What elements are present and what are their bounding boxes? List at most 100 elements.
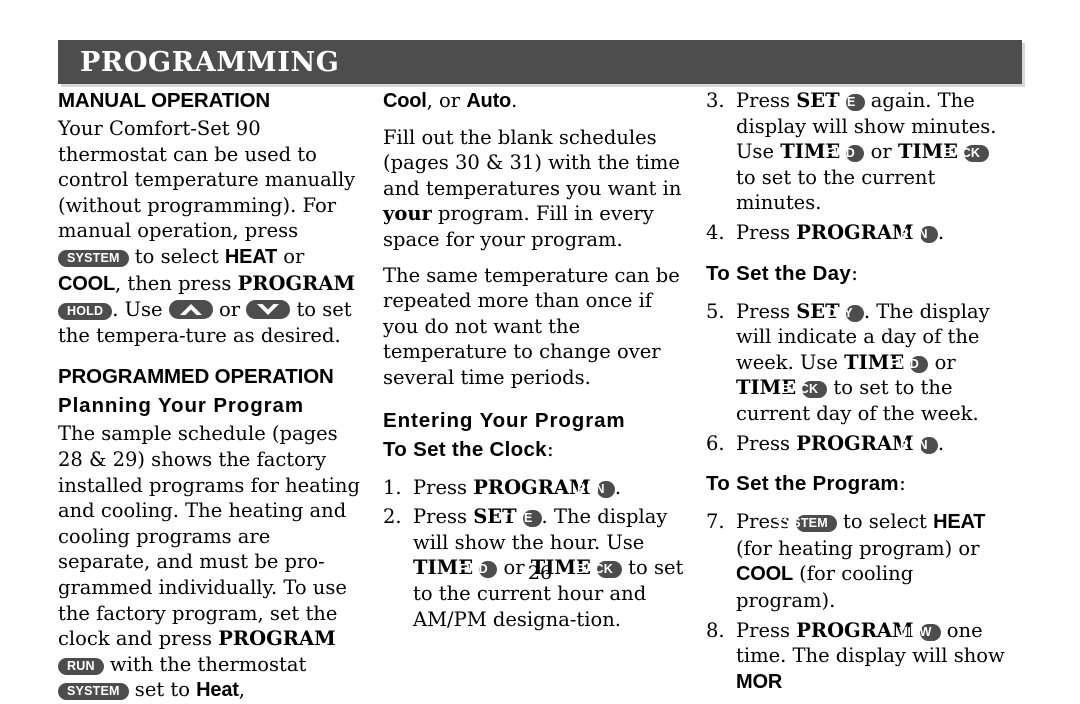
emphasis-your: your: [383, 202, 432, 226]
pill-view-button[interactable]: VIEW: [899, 623, 941, 641]
label-auto-word: Auto: [466, 90, 512, 112]
pill-run-button[interactable]: RUN: [577, 480, 615, 498]
paragraph-manual-operation: Your Comfort-Set 90 thermostat can be us…: [58, 116, 367, 348]
text-run: Fill out the blank schedules (pages 30 &…: [383, 125, 682, 200]
heading-to-set-the-day: To Set the Day:: [706, 260, 1009, 287]
paragraph-fill-schedules: Fill out the blank schedules (pages 30 &…: [383, 125, 688, 253]
heading-manual-operation: MANUAL OPERATION: [58, 89, 271, 112]
pill-back-button[interactable]: BACK: [781, 381, 828, 399]
three-column-body: MANUAL OPERATION Your Comfort-Set 90 the…: [58, 88, 1022, 701]
text-run: or: [864, 140, 898, 164]
manual-page: PROGRAMMING MANUAL OPERATION Your Comfor…: [0, 0, 1080, 701]
text-run: Press: [413, 475, 474, 499]
pill-time-button[interactable]: TIME: [825, 94, 865, 111]
paragraph-continuation-cool-auto: Cool, or Auto.: [383, 88, 688, 115]
text-run: . Use: [112, 298, 169, 322]
colon: :: [546, 436, 554, 461]
text-run: , then press: [114, 271, 238, 295]
heading-text: To Set the Day: [706, 261, 852, 285]
list-item-step-4: 4. Press PROGRAM RUN.: [706, 220, 1009, 246]
text-run: (for heating program) or: [736, 536, 980, 560]
colon: :: [851, 260, 858, 285]
text-run: or: [212, 298, 247, 322]
label-program: PROGRAM: [237, 271, 356, 295]
text-run: .: [511, 89, 518, 112]
chevron-down-icon[interactable]: [246, 300, 291, 320]
pill-fwd-button[interactable]: FWD: [826, 145, 865, 163]
text-run: .: [614, 475, 622, 499]
page-title: PROGRAMMING: [80, 46, 340, 78]
column-2: Cool, or Auto. Fill out the blank schedu…: [379, 88, 700, 631]
pill-hold-button[interactable]: HOLD: [58, 303, 113, 321]
label-program: PROGRAM: [796, 618, 914, 642]
pill-run-button[interactable]: RUN: [900, 225, 938, 243]
chevron-up-icon[interactable]: [168, 300, 213, 320]
text-run: to set to the current minutes.: [736, 165, 936, 215]
list-item-step-3: 3. Press SET TIME again. The display will…: [706, 88, 1009, 216]
colon: :: [898, 471, 906, 496]
text-run: ,: [238, 678, 245, 702]
text-run: Press: [736, 299, 797, 323]
text-run: , or: [426, 89, 467, 112]
text-run: Press: [736, 89, 797, 112]
text-run: to select: [128, 244, 225, 268]
text-run: .: [937, 431, 945, 455]
text-run: Press: [736, 618, 797, 642]
text-run: or: [277, 244, 305, 268]
heading-planning-your-program: Planning Your Program: [58, 394, 304, 418]
page-header-banner: PROGRAMMING: [58, 40, 1022, 84]
pill-run-button[interactable]: RUN: [58, 657, 104, 675]
heading-to-set-the-clock: To Set the Clock:: [383, 436, 688, 463]
pill-fwd-button[interactable]: FWD: [890, 355, 929, 373]
list-number: 6.: [706, 431, 725, 455]
heading-text: To Set the Program: [706, 472, 899, 496]
label-heat: HEAT: [224, 245, 278, 268]
label-cool: COOL: [58, 272, 115, 295]
label-heat: HEAT: [933, 511, 986, 534]
text-run: to select: [836, 510, 934, 534]
text-run: or: [928, 350, 956, 374]
list-number: 5.: [706, 299, 725, 323]
pill-back-button[interactable]: BACK: [943, 145, 990, 163]
column-3: 3. Press SET TIME again. The display will…: [700, 88, 1021, 693]
text-run: Press: [736, 431, 797, 455]
heading-to-set-the-program: To Set the Program:: [706, 470, 1009, 497]
label-heat-word: Heat: [196, 679, 239, 702]
pill-day-button[interactable]: DAY: [827, 304, 864, 322]
heading-text: To Set the Clock: [383, 437, 547, 461]
list-number: 1.: [383, 475, 402, 499]
text-run: Press: [736, 220, 797, 244]
label-mor: MOR: [736, 670, 783, 693]
pill-system-button[interactable]: SYSTEM: [58, 249, 129, 267]
page-number: 26: [527, 562, 553, 584]
list-item-step-6: 6. Press PROGRAM RUN.: [706, 431, 1009, 457]
pill-run-button[interactable]: RUN: [900, 436, 938, 454]
text-run: set to: [128, 678, 197, 702]
list-number: 8.: [706, 618, 725, 642]
label-program: PROGRAM: [473, 475, 591, 499]
label-cool-word: Cool: [383, 90, 427, 112]
pill-time-button[interactable]: TIME: [502, 510, 542, 528]
text-run: Your Comfort-Set 90 thermostat can be us…: [58, 117, 356, 243]
label-program: PROGRAM: [796, 220, 914, 244]
label-program: PROGRAM: [796, 431, 914, 455]
heading-programmed-operation: PROGRAMMED OPERATION: [58, 365, 334, 389]
list-number: 3.: [706, 89, 725, 112]
list-number: 4.: [706, 220, 725, 244]
list-item-step-8: 8. Press PROGRAM VIEW one time. The displ…: [706, 618, 1009, 696]
pill-system-button[interactable]: SYSTEM: [775, 515, 837, 533]
text-run: Press: [413, 505, 474, 529]
list-number: 2.: [383, 505, 402, 529]
text-run: .: [937, 220, 945, 244]
pill-system-button[interactable]: SYSTEM: [58, 683, 129, 701]
list-item-step-5: 5. Press SET DAY. The display will indica…: [706, 299, 1009, 427]
